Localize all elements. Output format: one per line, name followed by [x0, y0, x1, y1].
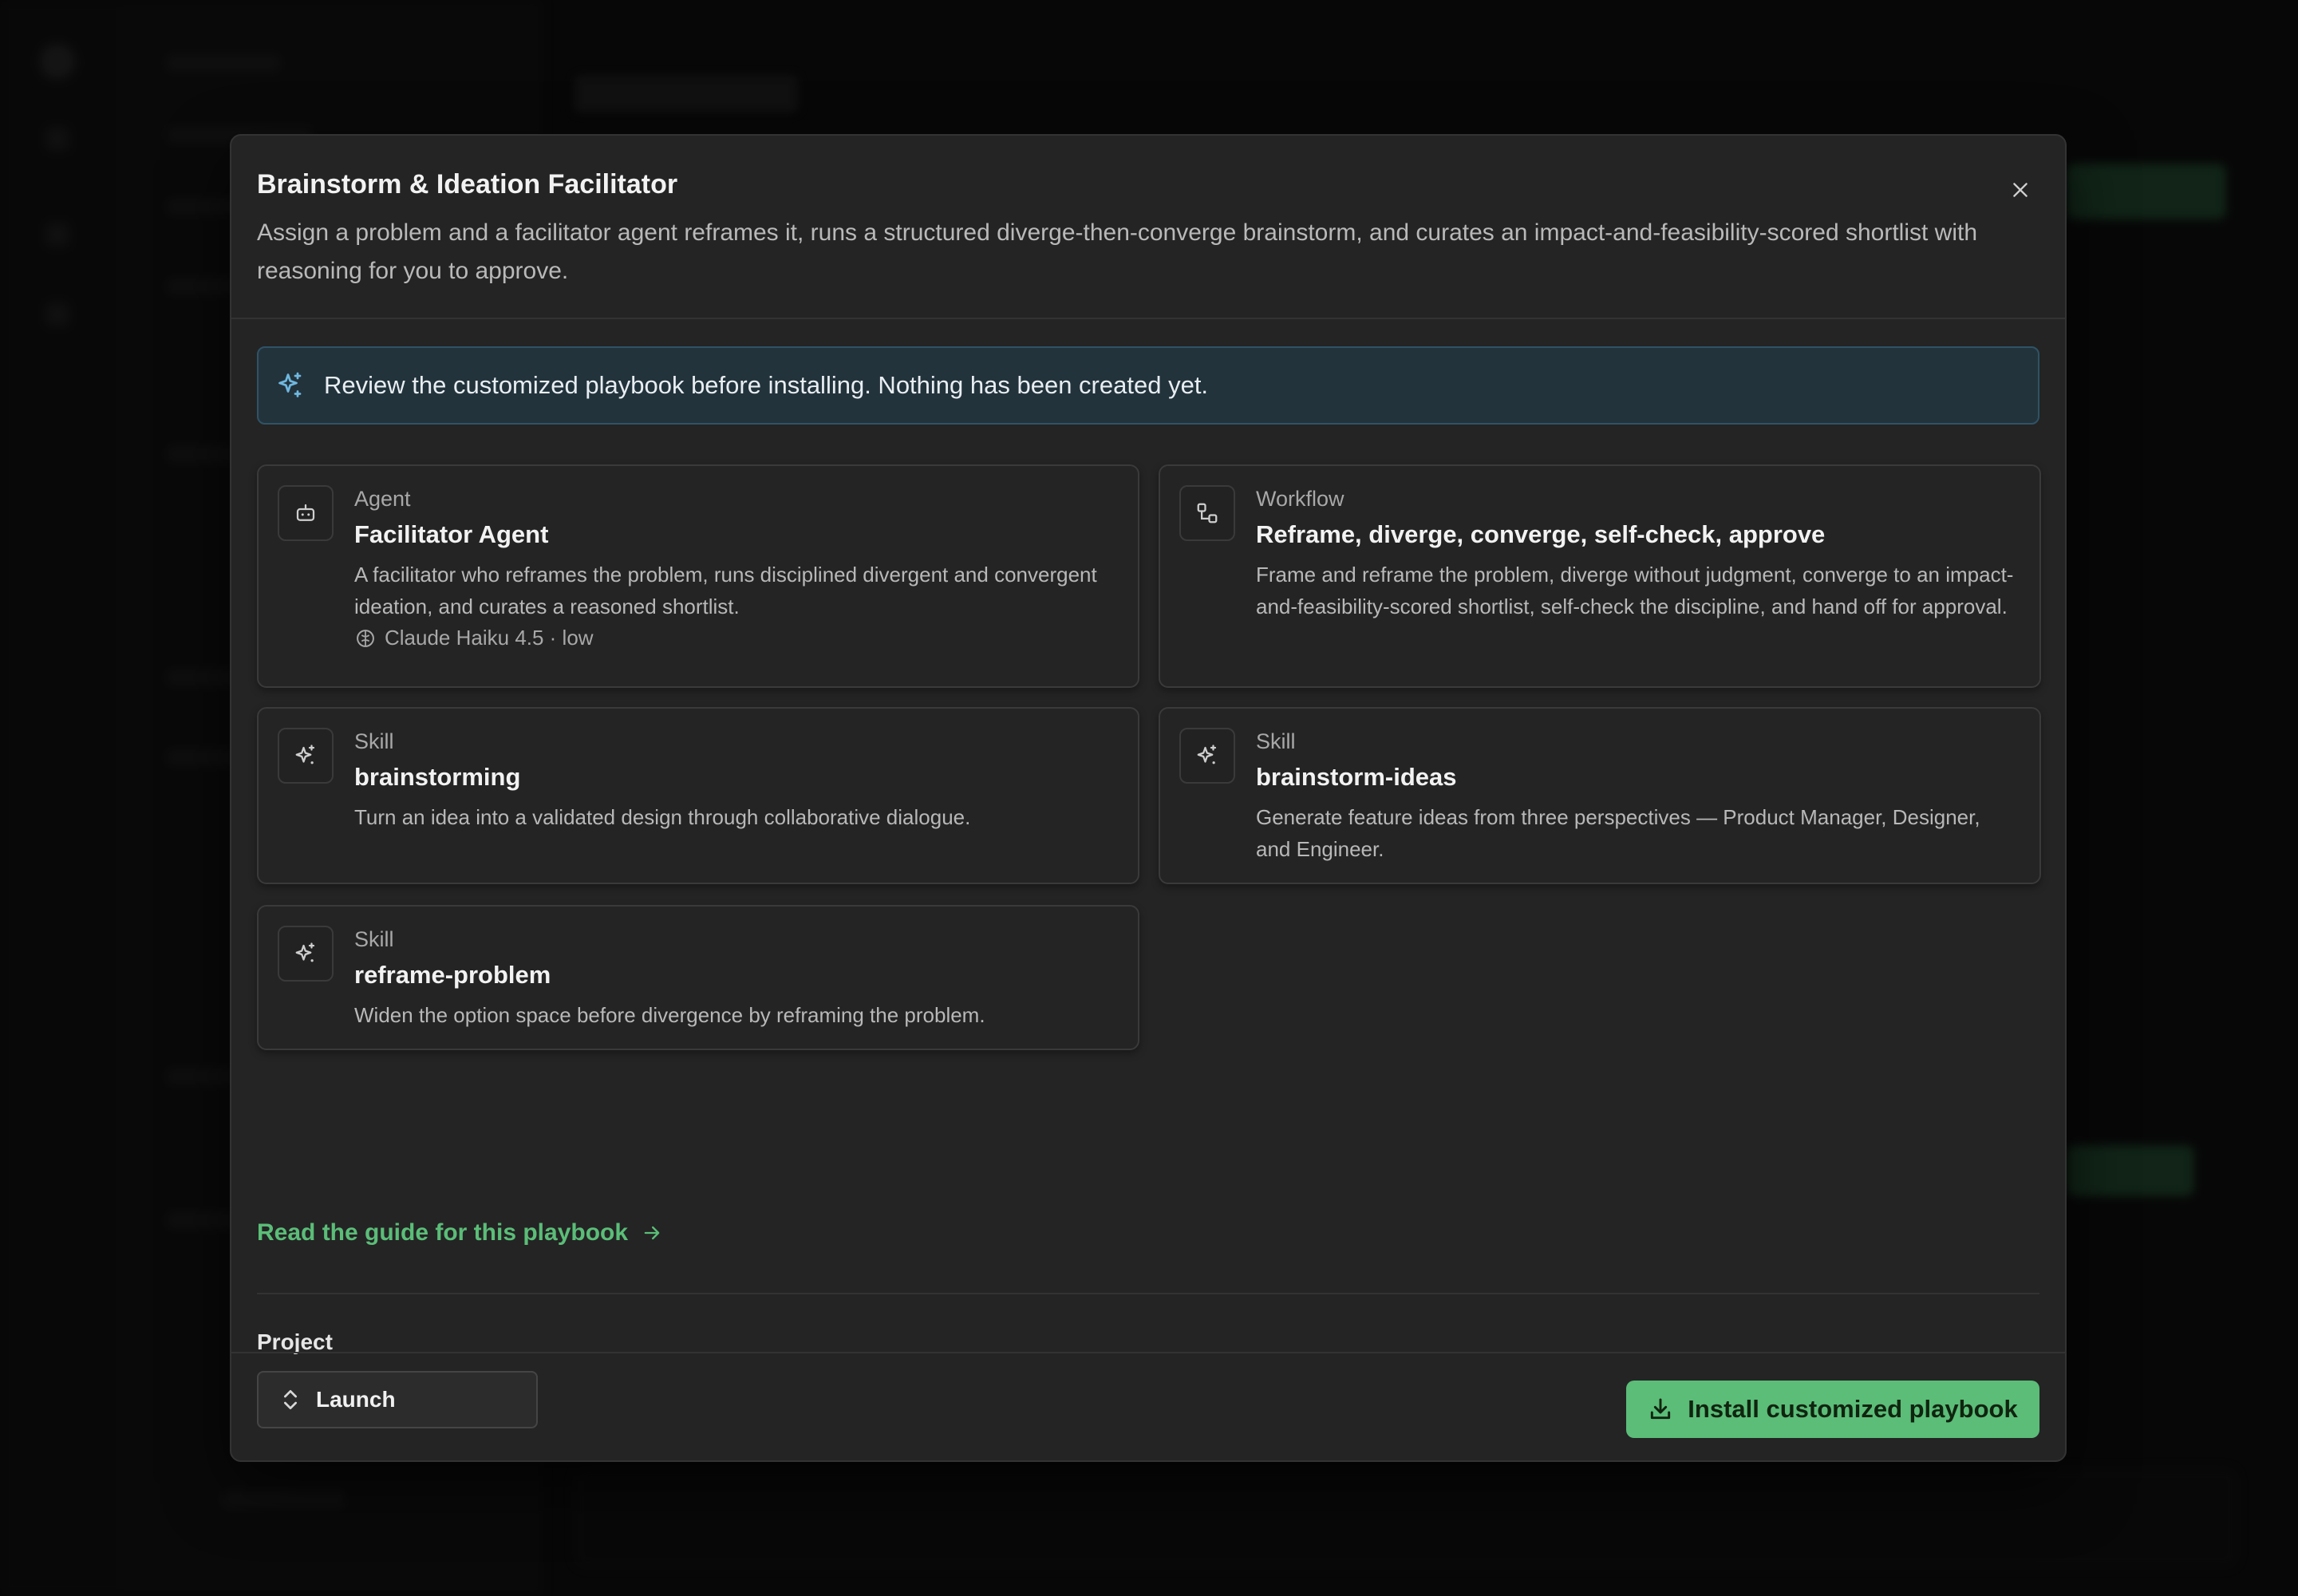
- install-playbook-button[interactable]: Install customized playbook: [1626, 1381, 2039, 1438]
- modal-title: Brainstorm & Ideation Facilitator: [257, 169, 678, 200]
- card-icon-box: [278, 728, 334, 784]
- item-model-meta: Claude Haiku 4.5 · low: [354, 626, 594, 650]
- sparkles-icon: [1197, 745, 1217, 764]
- read-guide-label: Read the guide for this playbook: [257, 1219, 629, 1246]
- item-model-text: Claude Haiku 4.5 · low: [385, 626, 594, 650]
- sparkles-icon: [295, 745, 315, 764]
- modal-header: Brainstorm & Ideation Facilitator Assign…: [231, 136, 2065, 319]
- project-select[interactable]: Launch: [257, 1371, 538, 1428]
- card-icon-box: [278, 485, 334, 541]
- item-name: reframe-problem: [354, 961, 551, 989]
- item-description: Widen the option space before divergence…: [354, 1003, 985, 1027]
- item-type: Skill: [354, 729, 394, 753]
- chevron-up-down-icon: [284, 1390, 297, 1409]
- brain-icon: [357, 629, 374, 647]
- playbook-item-card: Skill brainstorming Turn an idea into a …: [257, 707, 1139, 884]
- close-button[interactable]: [2001, 171, 2039, 209]
- info-banner: Review the customized playbook before in…: [257, 346, 2039, 425]
- item-type: Agent: [354, 487, 411, 511]
- modal-description: Assign a problem and a facilitator agent…: [257, 219, 1978, 284]
- item-description: Generate feature ideas from three perspe…: [1256, 805, 1980, 861]
- arrow-right-icon: [644, 1226, 660, 1240]
- close-icon: [2013, 183, 2028, 197]
- section-divider: [257, 1293, 2039, 1294]
- info-banner-text: Review the customized playbook before in…: [324, 371, 1209, 399]
- item-type: Skill: [354, 927, 394, 951]
- read-guide-link[interactable]: Read the guide for this playbook: [257, 1219, 663, 1246]
- card-icon-box: [278, 926, 334, 982]
- sparkles-icon: [278, 372, 302, 397]
- item-name: Facilitator Agent: [354, 520, 549, 548]
- project-select-value: Launch: [316, 1387, 396, 1412]
- playbook-item-card: Skill brainstorm-ideas Generate feature …: [1159, 707, 2041, 884]
- install-button-label: Install customized playbook: [1688, 1395, 2018, 1423]
- item-description: Turn an idea into a validated design thr…: [354, 805, 971, 829]
- modal-footer-divider: [231, 1352, 2065, 1353]
- item-name: brainstorm-ideas: [1256, 763, 1457, 791]
- item-type: Workflow: [1256, 487, 1344, 511]
- playbook-item-card: Skill reframe-problem Widen the option s…: [257, 905, 1139, 1050]
- robot-icon: [296, 504, 315, 521]
- workflow-icon: [1197, 503, 1218, 523]
- download-icon: [1651, 1398, 1671, 1420]
- card-icon-box: [1179, 485, 1235, 541]
- item-description: Frame and reframe the problem, diverge w…: [1256, 563, 2014, 618]
- playbook-modal: Brainstorm & Ideation Facilitator Assign…: [230, 134, 2067, 1462]
- sparkles-icon: [295, 942, 315, 962]
- playbook-item-card: Workflow Reframe, diverge, converge, sel…: [1159, 464, 2041, 688]
- playbook-item-card: Agent Facilitator Agent A facilitator wh…: [257, 464, 1139, 688]
- item-name: brainstorming: [354, 763, 521, 791]
- card-icon-box: [1179, 728, 1235, 784]
- item-type: Skill: [1256, 729, 1296, 753]
- item-description: A facilitator who reframes the problem, …: [354, 563, 1097, 618]
- item-name: Reframe, diverge, converge, self-check, …: [1256, 520, 1826, 548]
